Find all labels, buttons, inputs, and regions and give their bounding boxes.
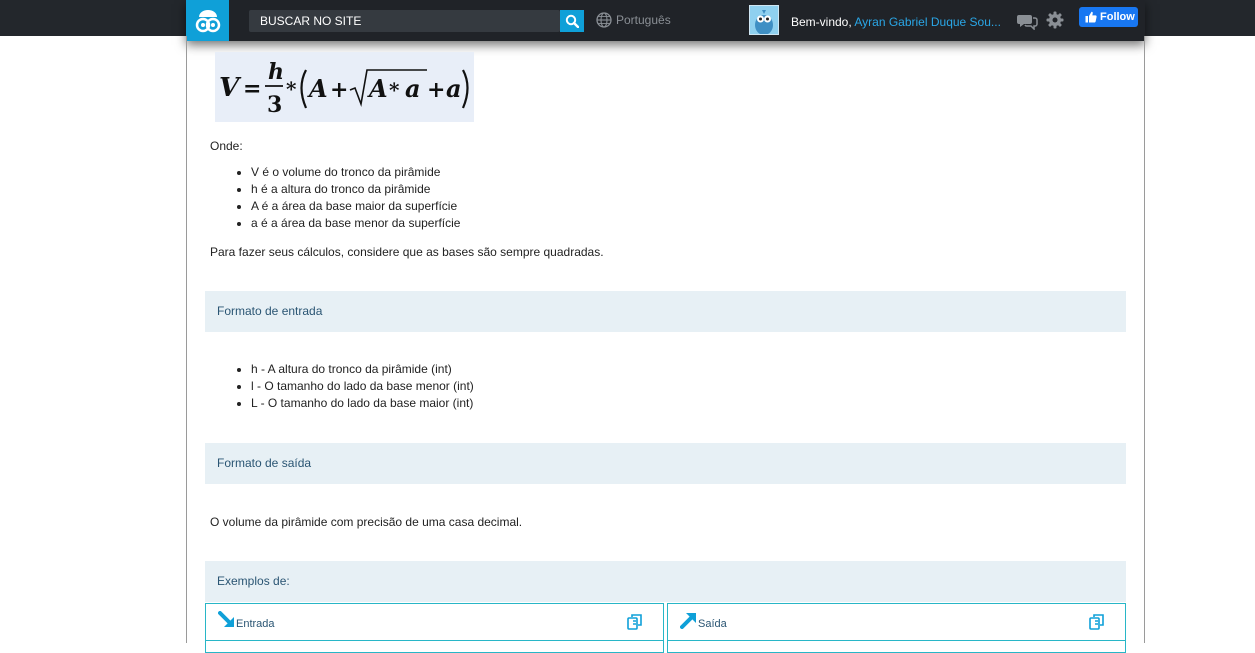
language-label: Português [616,13,671,27]
facebook-follow-button[interactable]: Follow [1079,7,1138,27]
follow-label: Follow [1100,11,1135,23]
example-input-label: Entrada [236,618,275,630]
output-format-heading: Formato de saída [205,443,1126,484]
gear-icon[interactable] [1046,11,1064,32]
problem-content: V = h 3 * A + A * a + a Onde: V é o volu… [186,36,1145,653]
avatar-image [750,6,778,34]
top-navigation-bar: BUSCAR NO SITE Português Bem-vindo, Ayra… [186,0,1145,41]
svg-text:+: + [427,77,445,103]
avatar[interactable] [749,5,779,35]
calculation-note: Para fazer seus cálculos, considere que … [210,245,604,259]
user-name-link[interactable]: Ayran Gabriel Duque Sou... [854,15,1001,29]
example-output-label: Saída [698,618,727,630]
svg-text:=: = [243,76,261,102]
where-label: Onde: [210,139,243,153]
copy-icon[interactable] [1089,613,1105,630]
example-input-panel: Entrada [205,603,664,653]
welcome-prefix: Bem-vindo, [791,15,852,29]
search-icon [565,14,579,28]
svg-text:*: * [389,78,400,102]
svg-text:3: 3 [267,92,282,118]
arrow-up-right-icon [680,613,696,629]
formula-graphic: V = h 3 * A + A * a + a [219,59,469,118]
definitions-list: V é o volume do tronco da pirâmide h é a… [234,164,460,232]
example-output-panel: Saída [667,603,1126,653]
list-item: A é a área da base maior da superfície [234,198,460,215]
svg-text:A: A [367,74,388,103]
arrow-down-right-icon [218,611,234,627]
site-logo[interactable] [186,0,229,41]
language-selector[interactable]: Português [596,12,671,28]
volume-formula-image: V = h 3 * A + A * a + a [215,52,474,122]
thumbs-up-icon [1085,11,1097,23]
svg-text:a: a [405,74,421,103]
list-item: a é a área da base menor da superfície [234,215,460,232]
input-format-heading: Formato de entrada [205,291,1126,332]
list-item: V é o volume do tronco da pirâmide [234,164,460,181]
list-item: l - O tamanho do lado da base menor (int… [234,378,474,395]
welcome-message: Bem-vindo, Ayran Gabriel Duque Sou... [791,15,1001,29]
search-input[interactable]: BUSCAR NO SITE [249,10,560,32]
search-button[interactable] [560,10,584,32]
svg-text:+: + [330,77,348,103]
messages-icon[interactable] [1016,12,1038,33]
list-item: h é a altura do tronco da pirâmide [234,181,460,198]
svg-text:V: V [219,73,242,103]
svg-text:a: a [446,74,462,103]
list-item: h - A altura do tronco da pirâmide (int) [234,361,474,378]
example-input-header: Entrada [206,604,663,641]
copy-icon[interactable] [627,613,643,630]
logo-icon [195,9,220,32]
svg-text:h: h [268,59,284,85]
output-format-text: O volume da pirâmide com precisão de uma… [210,515,523,529]
svg-text:*: * [286,77,297,101]
svg-text:A: A [307,74,328,103]
input-format-list: h - A altura do tronco da pirâmide (int)… [234,361,474,412]
examples-heading: Exemplos de: [205,561,1126,602]
list-item: L - O tamanho do lado da base maior (int… [234,395,474,412]
example-output-header: Saída [668,604,1125,641]
globe-icon [596,12,612,28]
